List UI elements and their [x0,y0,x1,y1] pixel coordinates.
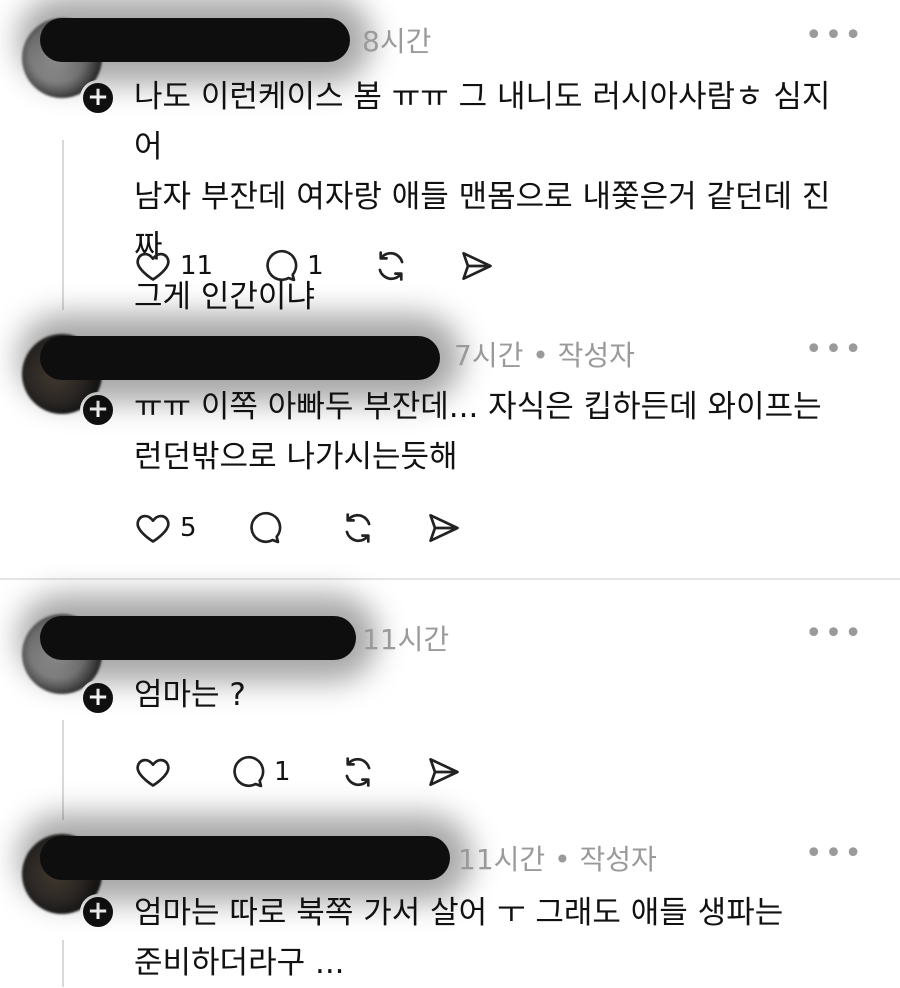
redacted-username [40,336,440,380]
like-button[interactable]: 11 [134,247,213,285]
share-button[interactable] [458,247,496,285]
comment-text: 엄마는 따로 북쪽 가서 살어 ㅜ 그래도 애들 생파는 준비하더라구 ... [134,888,854,988]
thread-line [62,940,64,987]
share-button[interactable] [425,753,463,791]
reply-button[interactable] [245,509,291,547]
text-line: 준비하더라구 ... [134,945,345,981]
time-label: 8시간 [362,25,432,58]
reply-button[interactable]: 1 [261,247,324,285]
divider [0,578,900,580]
action-bar: 11 1 [134,244,544,288]
reply-count: 1 [307,251,324,281]
repost-icon [345,757,370,787]
repost-icon [378,251,404,281]
post-time: 7시간 • 작성자 [454,334,635,374]
follow-plus-icon[interactable]: + [80,680,116,716]
repost-button[interactable] [372,247,410,285]
reply-button[interactable]: 1 [228,753,291,791]
post-time: 11시간 [362,618,449,658]
repost-button[interactable] [339,509,377,547]
comment-icon [233,755,265,788]
author-tag: • 작성자 [554,843,657,876]
post-time: 11시간 • 작성자 [458,838,657,878]
heart-icon [136,252,170,281]
text-line: 엄마는 ? [134,677,246,713]
comment-icon [249,511,281,544]
text-line: 런던밖으로 나가시는듯해 [134,439,458,475]
time-label: 11시간 [362,623,450,656]
text-line: 나도 이런케이스 봄 ㅠㅠ 그 내니도 러시아사람ㅎ 심지어 [134,79,831,165]
repost-button[interactable] [339,753,377,791]
thread-line [62,140,64,310]
text-line: ㅠㅠ 이쪽 아빠두 부잔데... 자식은 킵하든데 와이프는 [134,389,822,425]
follow-plus-icon[interactable]: + [80,894,116,930]
time-label: 11시간 [458,843,546,876]
comment-text: 엄마는 ? [134,670,854,720]
repost-icon [345,513,370,543]
reply-count: 1 [274,757,291,787]
comment-text: ㅠㅠ 이쪽 아빠두 부잔데... 자식은 킵하든데 와이프는 런던밖으로 나가시… [134,382,854,482]
like-count: 11 [180,251,214,281]
redacted-username [40,616,356,660]
post-time: 8시간 [362,20,431,60]
heart-icon [136,514,170,543]
redacted-username [40,836,450,880]
redacted-username [40,18,350,62]
thread-line [62,720,64,820]
send-icon [428,757,459,787]
follow-plus-icon[interactable]: + [80,80,116,116]
more-options-icon[interactable]: ••• [805,18,864,53]
share-button[interactable] [425,509,463,547]
more-options-icon[interactable]: ••• [805,332,864,367]
follow-plus-icon[interactable]: + [80,392,116,428]
more-options-icon[interactable]: ••• [805,616,864,651]
like-button[interactable]: 5 [134,509,197,547]
comment-icon [266,249,298,282]
send-icon [428,513,459,543]
more-options-icon[interactable]: ••• [805,836,864,871]
text-line: 엄마는 따로 북쪽 가서 살어 ㅜ 그래도 애들 생파는 [134,895,784,931]
action-bar: 1 [134,750,511,794]
like-count: 5 [180,513,197,543]
like-button[interactable] [134,753,180,791]
author-tag: • 작성자 [532,339,635,372]
send-icon [461,251,492,281]
time-label: 7시간 [454,339,524,372]
action-bar: 5 [134,506,511,550]
heart-icon [136,758,170,787]
